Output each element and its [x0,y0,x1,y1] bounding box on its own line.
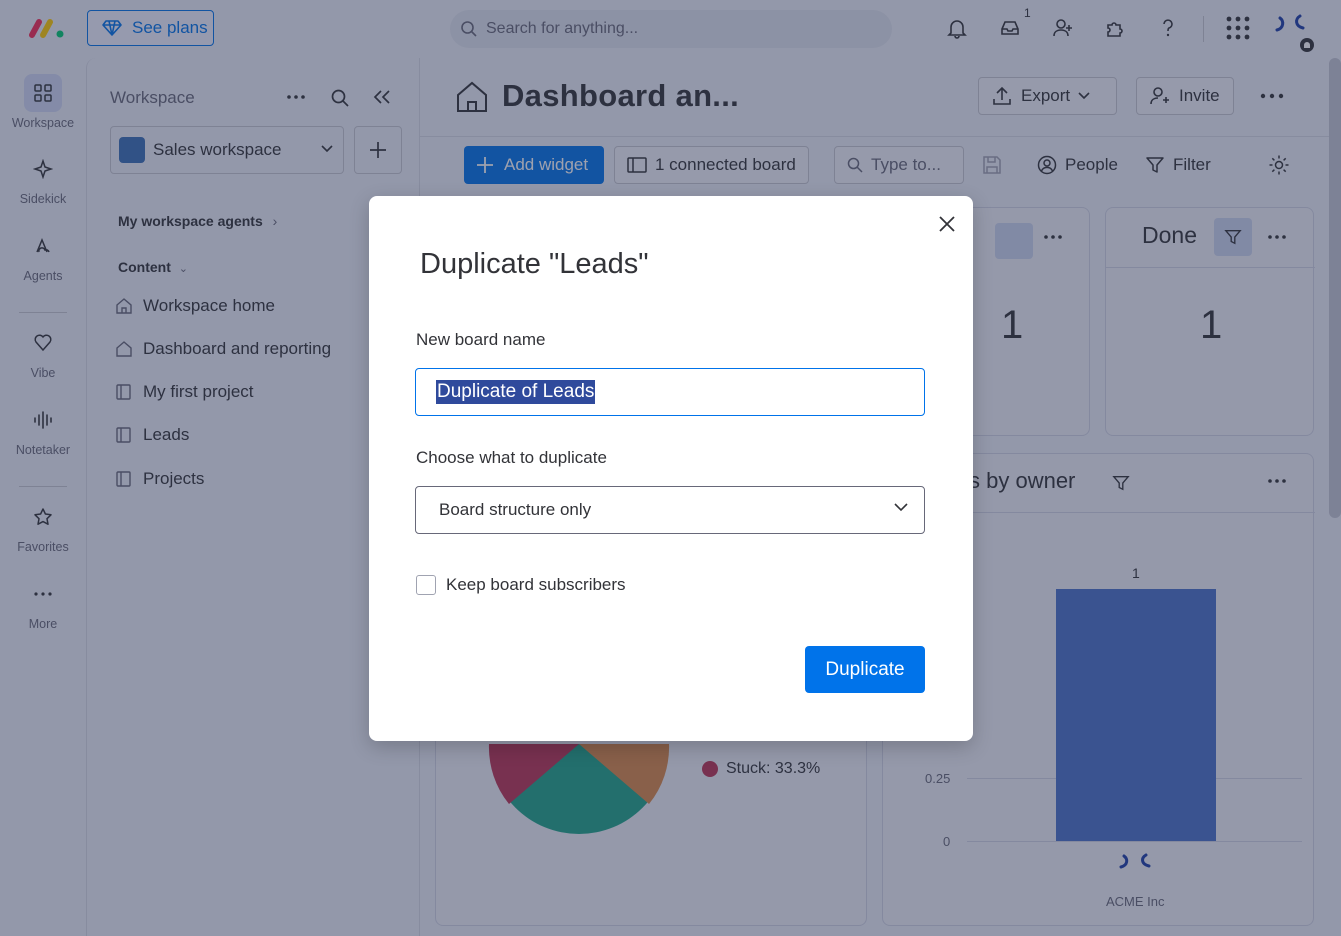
duplicate-option-select[interactable]: Board structure only [415,486,925,534]
board-name-input[interactable]: Duplicate of Leads [415,368,925,416]
dialog-title: Duplicate "Leads" [420,248,649,280]
close-icon [939,216,955,232]
duplicate-option-value: Board structure only [439,500,592,519]
keep-subscribers-checkbox[interactable] [416,575,436,595]
duplicate-board-dialog: Duplicate "Leads" New board name Duplica… [369,196,973,741]
board-name-value: Duplicate of Leads [436,380,596,404]
duplicate-button[interactable]: Duplicate [805,646,925,693]
choose-duplicate-label: Choose what to duplicate [416,448,607,467]
keep-subscribers-checkbox-row[interactable]: Keep board subscribers [416,575,626,595]
board-name-label: New board name [416,330,546,349]
chevron-down-icon [894,503,908,512]
close-button[interactable] [933,210,961,238]
keep-subscribers-label: Keep board subscribers [446,575,626,594]
